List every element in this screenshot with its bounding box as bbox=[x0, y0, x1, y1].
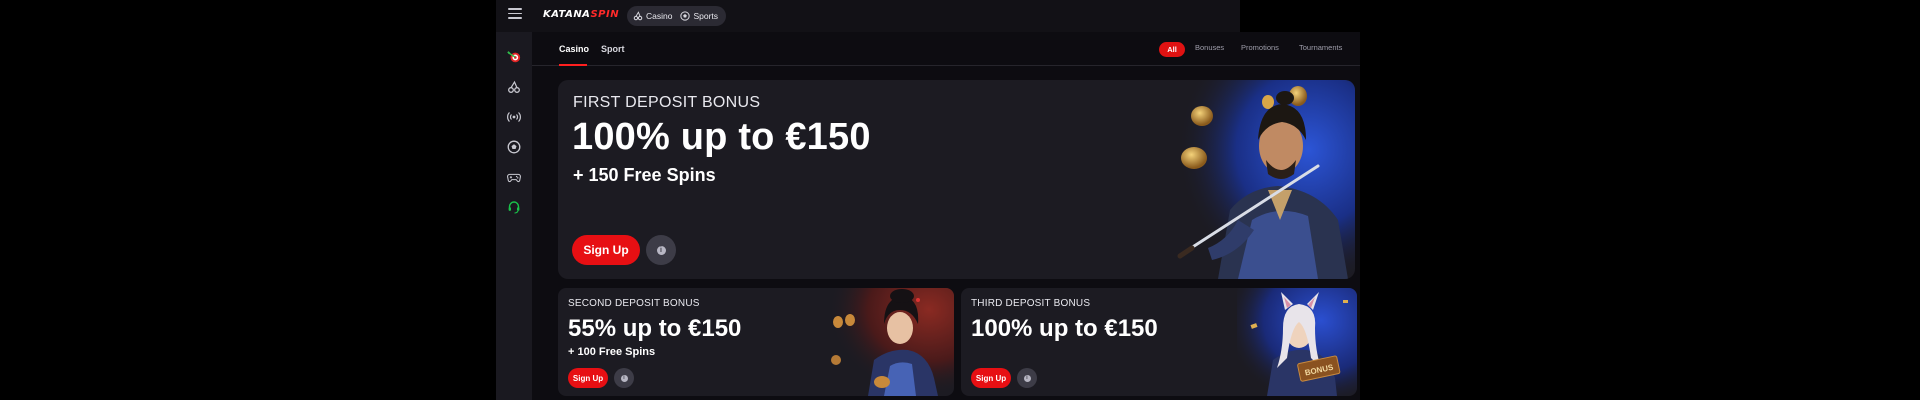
card-kicker: THIRD DEPOSIT BONUS bbox=[971, 298, 1091, 309]
fox-warrior-artwork: BONUS bbox=[1237, 288, 1357, 396]
hero-signup-button[interactable]: Sign Up bbox=[572, 235, 640, 265]
nav-sports-label: Sports bbox=[693, 11, 719, 21]
hero-title: 100% up to €150 bbox=[572, 116, 871, 158]
third-deposit-card: THIRD DEPOSIT BONUS 100% up to €150 Sign… bbox=[961, 288, 1357, 396]
hamburger-icon[interactable] bbox=[508, 8, 522, 22]
filter-all[interactable]: All bbox=[1159, 42, 1185, 57]
geisha-artwork bbox=[828, 288, 954, 396]
hero-kicker: FIRST DEPOSIT BONUS bbox=[573, 94, 761, 111]
top-bar: KATANASPIN Casino Sports bbox=[496, 0, 1240, 32]
card-subtitle: + 100 Free Spins bbox=[568, 346, 656, 358]
card-signup-button[interactable]: Sign Up bbox=[568, 368, 608, 388]
darts-icon[interactable] bbox=[505, 48, 523, 66]
logo[interactable]: KATANASPIN bbox=[543, 9, 619, 20]
second-deposit-card: SECOND DEPOSIT BONUS 55% up to €150 + 10… bbox=[558, 288, 954, 396]
info-icon[interactable]: i bbox=[1017, 368, 1037, 388]
active-tab-indicator bbox=[559, 64, 587, 66]
cherry-icon[interactable] bbox=[505, 78, 523, 96]
live-broadcast-icon[interactable] bbox=[505, 108, 523, 126]
filter-tournaments[interactable]: Tournaments bbox=[1299, 43, 1342, 52]
tabs-row: Casino Sport All Bonuses Promotions Tour… bbox=[532, 32, 1360, 66]
filter-bonuses[interactable]: Bonuses bbox=[1195, 43, 1224, 52]
samurai-artwork bbox=[1168, 80, 1355, 279]
logo-text-spin: SPIN bbox=[590, 9, 620, 20]
tab-casino[interactable]: Casino bbox=[559, 44, 589, 54]
info-icon[interactable]: i bbox=[646, 235, 676, 265]
card-kicker: SECOND DEPOSIT BONUS bbox=[568, 298, 700, 309]
logo-text-katana: KATANA bbox=[543, 9, 591, 20]
headset-support-icon[interactable] bbox=[505, 198, 523, 216]
first-deposit-card: FIRST DEPOSIT BONUS 100% up to €150 + 15… bbox=[558, 80, 1355, 279]
gamepad-icon[interactable] bbox=[505, 168, 523, 186]
nav-casino-label: Casino bbox=[646, 11, 673, 21]
card-title: 55% up to €150 bbox=[568, 315, 742, 342]
filter-promotions[interactable]: Promotions bbox=[1241, 43, 1279, 52]
card-signup-button[interactable]: Sign Up bbox=[971, 368, 1011, 388]
info-icon[interactable]: i bbox=[614, 368, 634, 388]
nav-casino[interactable]: Casino bbox=[631, 11, 674, 21]
cherry-icon bbox=[633, 11, 643, 21]
nav-sports[interactable]: Sports bbox=[678, 11, 720, 21]
soccer-ball-icon[interactable] bbox=[505, 138, 523, 156]
sidebar bbox=[496, 32, 532, 400]
hero-subtitle: + 150 Free Spins bbox=[573, 165, 716, 185]
top-nav: Casino Sports bbox=[627, 6, 726, 26]
tab-sport[interactable]: Sport bbox=[601, 44, 625, 54]
soccer-ball-icon bbox=[680, 11, 691, 21]
card-title: 100% up to €150 bbox=[971, 315, 1158, 342]
